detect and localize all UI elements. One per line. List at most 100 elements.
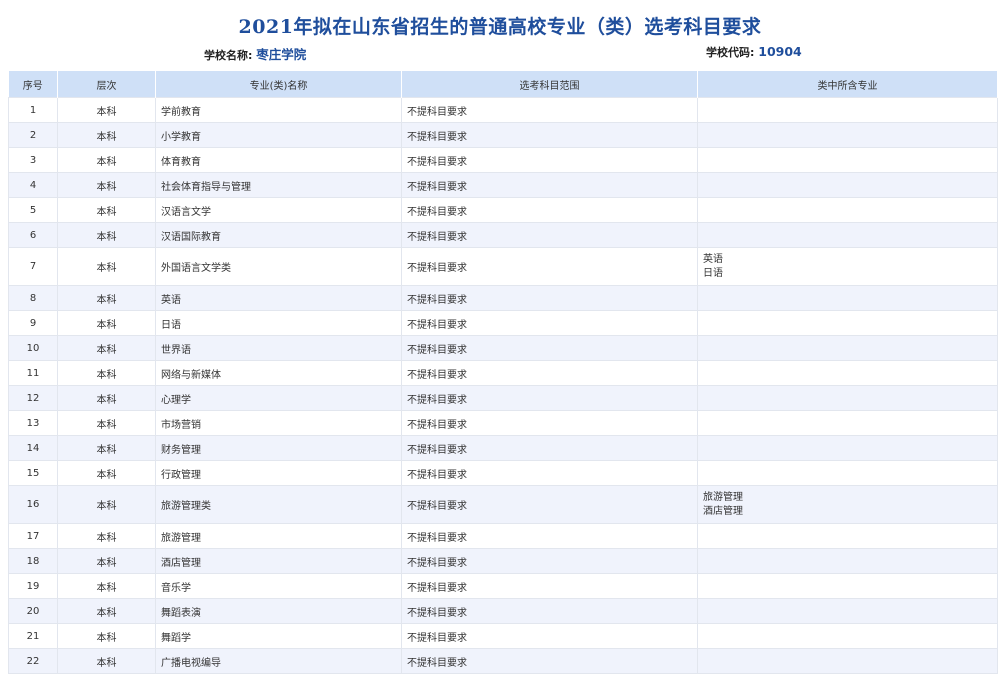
row-sub-majors (697, 172, 998, 198)
school-name-value: 枣庄学院 (256, 47, 307, 62)
row-major: 世界语 (155, 335, 402, 361)
row-level: 本科 (57, 410, 156, 436)
row-requirement: 不提科目要求 (401, 623, 698, 649)
row-requirement: 不提科目要求 (401, 485, 698, 524)
row-requirement: 不提科目要求 (401, 523, 698, 549)
row-major: 汉语言文学 (155, 197, 402, 223)
row-sub-majors (697, 573, 998, 599)
row-requirement: 不提科目要求 (401, 285, 698, 311)
row-level: 本科 (57, 310, 156, 336)
row-level: 本科 (57, 97, 156, 123)
table-row: 15 本科 行政管理 不提科目要求 (8, 460, 998, 486)
row-requirement: 不提科目要求 (401, 548, 698, 574)
row-level: 本科 (57, 623, 156, 649)
row-level: 本科 (57, 523, 156, 549)
row-sub-majors (697, 310, 998, 336)
row-major: 外国语言文学类 (155, 247, 402, 286)
school-name-row: 学校名称: 枣庄学院 (204, 44, 306, 63)
row-level: 本科 (57, 385, 156, 411)
row-major: 网络与新媒体 (155, 360, 402, 386)
table-row: 2 本科 小学教育 不提科目要求 (8, 122, 998, 148)
row-sub-majors (697, 285, 998, 311)
row-index: 19 (8, 573, 58, 599)
row-sub-majors (697, 460, 998, 486)
row-sub-majors (697, 222, 998, 248)
row-index: 3 (8, 147, 58, 173)
row-major: 行政管理 (155, 460, 402, 486)
table-row: 21 本科 舞蹈学 不提科目要求 (8, 623, 998, 649)
row-index: 8 (8, 285, 58, 311)
row-index: 2 (8, 122, 58, 148)
header-level: 层次 (57, 71, 156, 98)
table-row: 14 本科 财务管理 不提科目要求 (8, 435, 998, 461)
row-requirement: 不提科目要求 (401, 247, 698, 286)
row-level: 本科 (57, 285, 156, 311)
row-major: 汉语国际教育 (155, 222, 402, 248)
page-title: 2021年拟在山东省招生的普通高校专业（类）选考科目要求 (238, 16, 762, 38)
school-code-value: 10904 (758, 44, 802, 59)
row-sub-majors (697, 435, 998, 461)
table-row: 5 本科 汉语言文学 不提科目要求 (8, 197, 998, 223)
row-level: 本科 (57, 147, 156, 173)
row-level: 本科 (57, 573, 156, 599)
header-major: 专业(类)名称 (155, 71, 402, 98)
row-index: 5 (8, 197, 58, 223)
row-level: 本科 (57, 122, 156, 148)
row-major: 广播电视编导 (155, 648, 402, 674)
row-major: 小学教育 (155, 122, 402, 148)
row-level: 本科 (57, 598, 156, 624)
row-index: 10 (8, 335, 58, 361)
row-sub-majors (697, 385, 998, 411)
row-requirement: 不提科目要求 (401, 573, 698, 599)
row-major: 市场营销 (155, 410, 402, 436)
row-index: 9 (8, 310, 58, 336)
row-requirement: 不提科目要求 (401, 310, 698, 336)
row-major: 日语 (155, 310, 402, 336)
row-index: 6 (8, 222, 58, 248)
row-sub-majors (697, 360, 998, 386)
row-major: 心理学 (155, 385, 402, 411)
row-level: 本科 (57, 172, 156, 198)
table-row: 13 本科 市场营销 不提科目要求 (8, 410, 998, 436)
row-sub-majors (697, 623, 998, 649)
row-major: 旅游管理类 (155, 485, 402, 524)
row-index: 12 (8, 385, 58, 411)
row-index: 16 (8, 485, 58, 524)
row-index: 13 (8, 410, 58, 436)
row-index: 14 (8, 435, 58, 461)
row-requirement: 不提科目要求 (401, 360, 698, 386)
row-requirement: 不提科目要求 (401, 385, 698, 411)
row-major: 音乐学 (155, 573, 402, 599)
row-index: 18 (8, 548, 58, 574)
row-major: 英语 (155, 285, 402, 311)
row-level: 本科 (57, 648, 156, 674)
sub-major: 旅游管理 (703, 491, 743, 503)
row-major: 体育教育 (155, 147, 402, 173)
school-code-label: 学校代码: (706, 46, 755, 59)
row-requirement: 不提科目要求 (401, 648, 698, 674)
sub-major: 日语 (703, 267, 723, 279)
table-row: 18 本科 酒店管理 不提科目要求 (8, 548, 998, 574)
row-level: 本科 (57, 197, 156, 223)
sub-major: 英语 (703, 253, 723, 265)
row-major: 舞蹈表演 (155, 598, 402, 624)
row-requirement: 不提科目要求 (401, 335, 698, 361)
table-row: 7 本科 外国语言文学类 不提科目要求 英语 日语 (8, 247, 998, 286)
row-index: 21 (8, 623, 58, 649)
row-major: 舞蹈学 (155, 623, 402, 649)
row-index: 22 (8, 648, 58, 674)
header-index: 序号 (8, 71, 58, 98)
header-sub-majors: 类中所含专业 (697, 71, 998, 98)
row-requirement: 不提科目要求 (401, 598, 698, 624)
row-requirement: 不提科目要求 (401, 197, 698, 223)
row-level: 本科 (57, 335, 156, 361)
school-name-label: 学校名称: (204, 49, 253, 62)
table-row: 8 本科 英语 不提科目要求 (8, 285, 998, 311)
row-sub-majors (697, 548, 998, 574)
row-requirement: 不提科目要求 (401, 410, 698, 436)
row-sub-majors (697, 197, 998, 223)
row-sub-majors (697, 648, 998, 674)
table-row: 22 本科 广播电视编导 不提科目要求 (8, 648, 998, 674)
row-sub-majors (697, 335, 998, 361)
row-index: 7 (8, 247, 58, 286)
